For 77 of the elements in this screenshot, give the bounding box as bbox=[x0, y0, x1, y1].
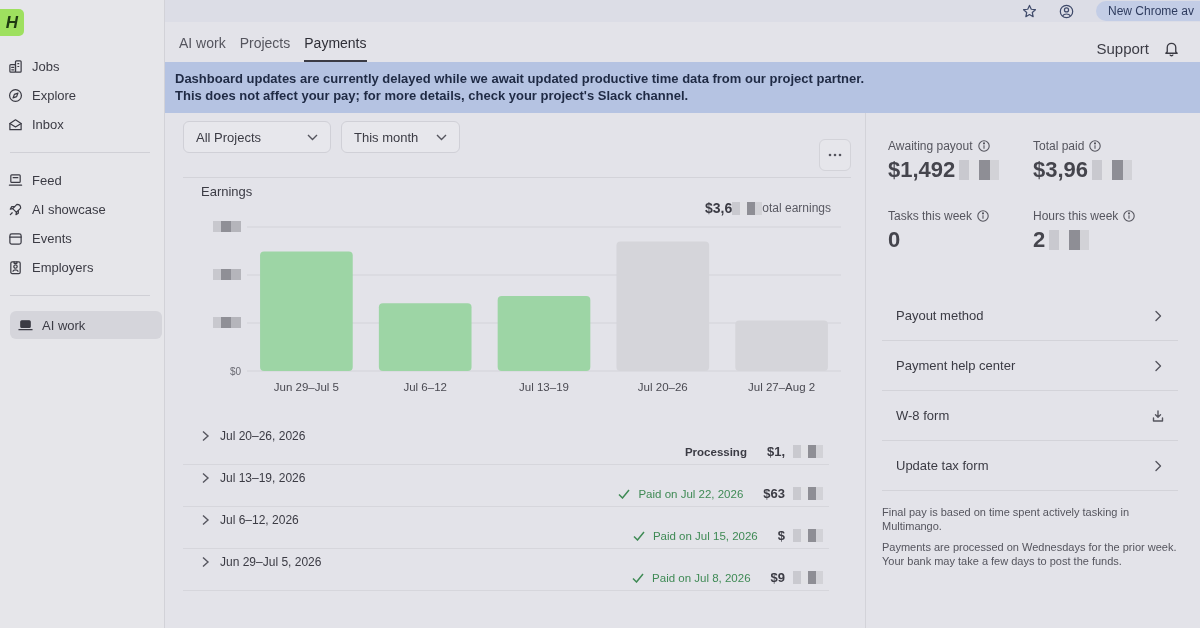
more-icon bbox=[828, 153, 842, 157]
stat-value: $1,492 bbox=[888, 157, 956, 183]
stat-label: Tasks this week bbox=[888, 209, 973, 223]
download-icon bbox=[1152, 409, 1164, 422]
sidebar-item[interactable]: Jobs bbox=[2, 54, 162, 79]
stat-label: Hours this week bbox=[1033, 209, 1119, 223]
building-icon bbox=[8, 59, 23, 74]
caret-icon bbox=[436, 133, 448, 141]
axis-label: Jun 29–Jul 5 bbox=[273, 381, 339, 393]
settings-link[interactable]: Update tax form bbox=[882, 441, 1178, 491]
id-badge-icon bbox=[8, 260, 23, 275]
update-chip[interactable]: New Chrome av bbox=[1095, 1, 1200, 21]
banner-text: Dashboard updates are currently delayed while we await updated productive time data from our project partner. bbox=[175, 70, 866, 87]
status-text: Paid on Jul 22, 2026 bbox=[638, 487, 744, 500]
sidebar-item[interactable]: Events bbox=[2, 226, 162, 251]
period-date: Jul 13–19, 2026 bbox=[220, 471, 306, 485]
total-value: $3,6 bbox=[705, 200, 733, 216]
profile-icon[interactable] bbox=[1058, 3, 1074, 19]
info-icon[interactable] bbox=[1123, 210, 1136, 222]
calendar-icon bbox=[8, 231, 23, 246]
stat-label: Awaiting payout bbox=[888, 139, 973, 153]
sidebar-item[interactable]: AI showcase bbox=[2, 197, 162, 222]
sidebar-item[interactable]: Explore bbox=[2, 83, 162, 108]
banner-text: This does not affect your pay; for more details, check your project's Slack channel. bbox=[175, 87, 690, 104]
support-link[interactable]: Support bbox=[1096, 39, 1149, 57]
chevron-right-icon[interactable] bbox=[201, 556, 210, 568]
stat-value: $3,96 bbox=[1033, 157, 1089, 183]
amount-text: $9 bbox=[770, 570, 785, 585]
tab[interactable]: AI work bbox=[179, 22, 226, 62]
info-icon[interactable] bbox=[1089, 140, 1102, 152]
axis-label: Jul 20–26 bbox=[637, 381, 688, 393]
rocket-icon bbox=[8, 202, 23, 217]
stat-value: 0 bbox=[888, 227, 901, 253]
card-title: Earnings bbox=[201, 184, 254, 199]
info-icon[interactable] bbox=[977, 140, 990, 152]
axis-label: $0 bbox=[229, 366, 241, 377]
envelope-icon bbox=[8, 117, 23, 132]
laptop-icon bbox=[18, 317, 33, 333]
sidebar-item[interactable]: AI work bbox=[10, 311, 162, 339]
status-text: Paid on Jul 8, 2026 bbox=[652, 571, 751, 584]
chevron-right-icon[interactable] bbox=[201, 430, 210, 442]
stat-value: 2 bbox=[1033, 227, 1046, 253]
period-date: Jun 29–Jul 5, 2026 bbox=[220, 555, 322, 569]
chevron-right-icon bbox=[1152, 309, 1164, 322]
tab[interactable]: Projects bbox=[239, 22, 291, 62]
sidebar-item[interactable]: Feed bbox=[2, 168, 162, 193]
chevron-right-icon[interactable] bbox=[201, 514, 210, 526]
monitor-icon bbox=[8, 173, 23, 188]
note-text: Payments are processed on Wednesdays for the prior week. Your bank may take a few days to post the funds. bbox=[882, 540, 1178, 568]
caret-icon bbox=[307, 133, 318, 141]
settings-link[interactable]: Payout method bbox=[882, 291, 1178, 341]
chevron-right-icon bbox=[1152, 359, 1164, 372]
axis-label: Jul 13–19 bbox=[519, 381, 569, 393]
info-icon[interactable] bbox=[977, 210, 990, 222]
axis-label: Jul 6–12 bbox=[403, 381, 447, 393]
amount-text: $1, bbox=[766, 444, 785, 459]
sidebar-item[interactable]: Employers bbox=[2, 255, 162, 280]
sidebar-item[interactable]: Inbox bbox=[2, 112, 162, 137]
note-text: Final pay is based on time spent actively tasking in Multimango. bbox=[882, 505, 1131, 533]
compass-icon bbox=[8, 88, 23, 103]
chevron-right-icon[interactable] bbox=[201, 472, 210, 484]
status-text: Processing bbox=[684, 445, 747, 458]
total-label: otal earnings bbox=[762, 201, 831, 215]
settings-link[interactable]: Payment help center bbox=[882, 341, 1178, 391]
filter-dropdown[interactable]: This month bbox=[341, 121, 461, 153]
period-date: Jul 6–12, 2026 bbox=[220, 513, 299, 527]
logo[interactable]: H bbox=[0, 9, 24, 36]
stat-label: Total paid bbox=[1033, 139, 1085, 153]
amount-text: $63 bbox=[763, 486, 785, 501]
amount-text: $ bbox=[777, 528, 785, 543]
star-icon[interactable] bbox=[1021, 3, 1037, 19]
status-text: Paid on Jul 15, 2026 bbox=[652, 529, 758, 542]
filter-dropdown[interactable]: All Projects bbox=[183, 121, 331, 153]
settings-link[interactable]: W-8 form bbox=[882, 391, 1178, 441]
chevron-right-icon bbox=[1152, 459, 1164, 472]
axis-label: Jul 27–Aug 2 bbox=[748, 381, 816, 393]
period-date: Jul 20–26, 2026 bbox=[220, 429, 306, 443]
